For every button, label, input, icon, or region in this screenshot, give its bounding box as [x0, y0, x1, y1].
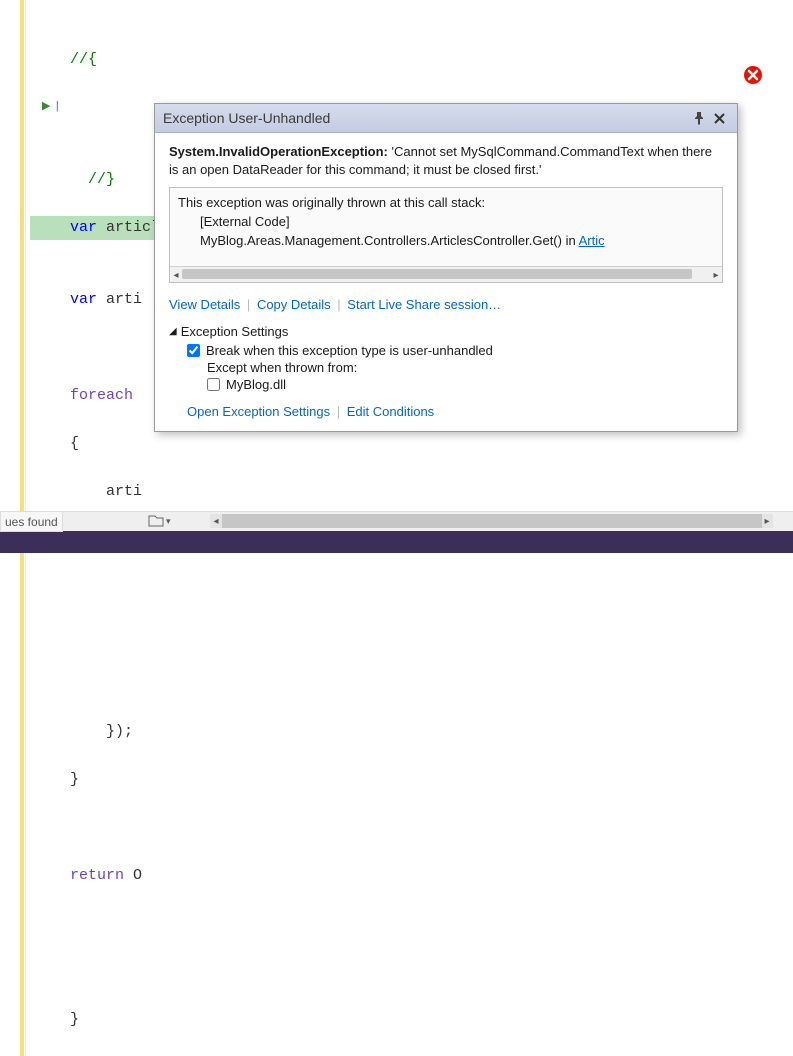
edit-conditions-link[interactable]: Edit Conditions	[347, 404, 434, 419]
breakpoint-line-icon: |	[54, 99, 61, 117]
start-live-share-link[interactable]: Start Live Share session…	[347, 297, 501, 312]
scroll-right-icon[interactable]: ▸	[761, 514, 773, 528]
call-stack-box: This exception was originally thrown at …	[169, 187, 723, 283]
copy-details-link[interactable]: Copy Details	[257, 297, 331, 312]
exception-message: System.InvalidOperationException: 'Canno…	[169, 143, 723, 179]
pin-icon[interactable]	[689, 108, 709, 128]
view-details-link[interactable]: View Details	[169, 297, 240, 312]
editor-bottom-bar: ues found ▾ ◂ ▸	[0, 511, 793, 553]
scroll-left-icon[interactable]: ◂	[170, 267, 182, 283]
close-icon[interactable]	[709, 108, 729, 128]
popup-titlebar[interactable]: Exception User-Unhandled	[155, 104, 737, 133]
stack-horizontal-scrollbar[interactable]: ◂ ▸	[170, 266, 722, 282]
tag-navigator[interactable]: ▾	[148, 514, 171, 528]
popup-title: Exception User-Unhandled	[163, 110, 689, 126]
popup-action-row: View Details | Copy Details | Start Live…	[169, 293, 723, 322]
collapse-icon[interactable]: ◢	[169, 326, 177, 337]
code-comment: //{	[70, 51, 97, 68]
exception-settings-header[interactable]: ◢ Exception Settings	[169, 324, 723, 339]
play-icon[interactable]: ▶	[42, 99, 50, 117]
issues-found-label[interactable]: ues found	[0, 511, 63, 532]
chevron-down-icon: ▾	[166, 516, 171, 527]
error-icon[interactable]	[743, 65, 763, 85]
stack-intro: This exception was originally thrown at …	[178, 194, 714, 213]
stack-frame: MyBlog.Areas.Management.Controllers.Arti…	[178, 232, 714, 251]
status-bar	[0, 531, 793, 553]
exception-popup: Exception User-Unhandled System.InvalidO…	[154, 103, 738, 432]
code-comment: //}	[88, 171, 115, 188]
break-when-user-unhandled-checkbox[interactable]	[187, 344, 200, 357]
code-keyword: return	[70, 867, 124, 884]
open-exception-settings-link[interactable]: Open Exception Settings	[187, 404, 330, 419]
scroll-right-icon[interactable]: ▸	[710, 267, 722, 283]
module-except-checkbox[interactable]	[207, 378, 220, 391]
editor-horizontal-scrollbar[interactable]: ◂ ▸	[210, 514, 773, 528]
module-label: MyBlog.dll	[226, 377, 286, 392]
except-when-label: Except when thrown from:	[187, 360, 723, 375]
code-keyword: foreach	[70, 387, 133, 404]
scroll-thumb[interactable]	[182, 269, 692, 279]
code-keyword: var	[70, 291, 97, 308]
checkbox-label: Break when this exception type is user-u…	[206, 343, 493, 358]
scroll-thumb[interactable]	[222, 514, 762, 528]
source-link[interactable]: Artic	[579, 233, 605, 248]
stack-frame: [External Code]	[178, 213, 714, 232]
scroll-left-icon[interactable]: ◂	[210, 514, 222, 528]
